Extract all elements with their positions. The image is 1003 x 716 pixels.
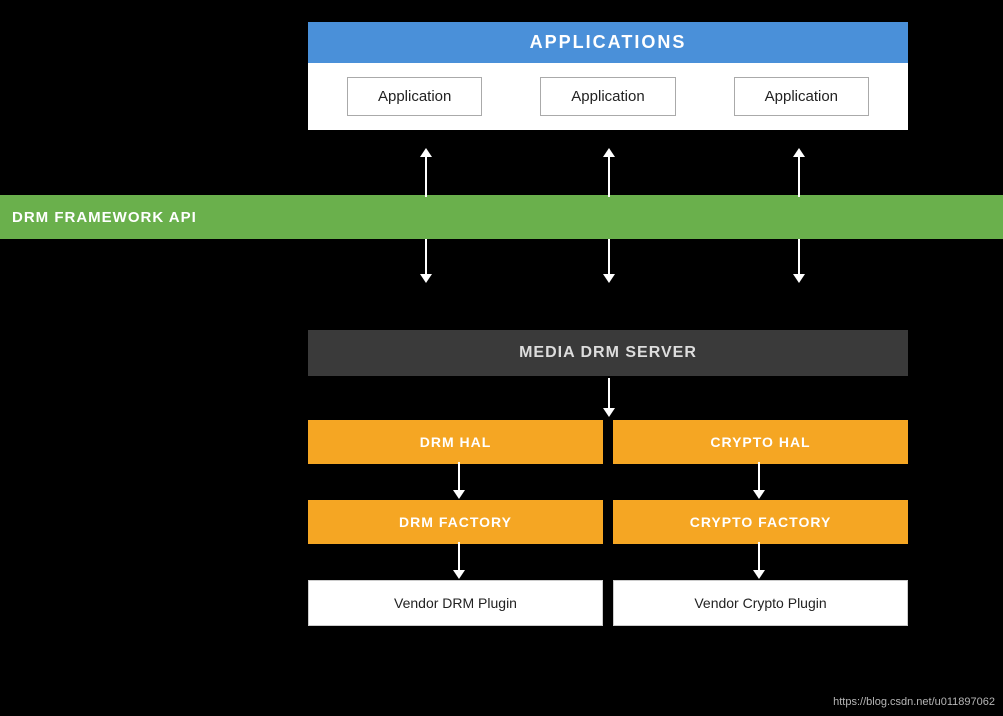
app-box-2: Application bbox=[540, 77, 675, 116]
media-drm-server-block: MEDIA DRM SERVER bbox=[308, 330, 908, 376]
diagram-layout: DRM FRAMEWORK API APPLICATIONS Applicati… bbox=[0, 0, 1003, 716]
app-box-1: Application bbox=[347, 77, 482, 116]
arrow-down-crypto-factory bbox=[753, 542, 765, 579]
watermark: https://blog.csdn.net/u011897062 bbox=[833, 696, 995, 708]
app-box-3: Application bbox=[734, 77, 869, 116]
factory-row: DRM FACTORY CRYPTO FACTORY bbox=[308, 500, 908, 544]
arrow-down-1 bbox=[420, 239, 432, 283]
crypto-factory-box: CRYPTO FACTORY bbox=[613, 500, 908, 544]
applications-header: APPLICATIONS bbox=[308, 22, 908, 63]
arrow-down-3 bbox=[793, 239, 805, 283]
drm-factory-box: DRM FACTORY bbox=[308, 500, 603, 544]
vendor-drm-plugin-box: Vendor DRM Plugin bbox=[308, 580, 603, 626]
crypto-hal-box: CRYPTO HAL bbox=[613, 420, 908, 464]
drm-framework-bar: DRM FRAMEWORK API bbox=[0, 195, 1003, 239]
plugin-row: Vendor DRM Plugin Vendor Crypto Plugin bbox=[308, 580, 908, 626]
arrow-up-2 bbox=[603, 148, 615, 197]
hal-row: DRM HAL CRYPTO HAL bbox=[308, 420, 908, 464]
drm-hal-box: DRM HAL bbox=[308, 420, 603, 464]
arrow-down-drm-factory bbox=[453, 542, 465, 579]
applications-inner: Application Application Application bbox=[308, 63, 908, 130]
media-drm-server-label: MEDIA DRM SERVER bbox=[308, 330, 908, 376]
applications-block: APPLICATIONS Application Application App… bbox=[308, 22, 908, 130]
drm-framework-label: DRM FRAMEWORK API bbox=[12, 209, 197, 226]
arrow-up-1 bbox=[420, 148, 432, 197]
arrow-down-media bbox=[603, 378, 615, 417]
arrow-down-crypto-hal bbox=[753, 462, 765, 499]
arrow-down-2 bbox=[603, 239, 615, 283]
arrow-down-drm-hal bbox=[453, 462, 465, 499]
vendor-crypto-plugin-box: Vendor Crypto Plugin bbox=[613, 580, 908, 626]
arrow-up-3 bbox=[793, 148, 805, 197]
